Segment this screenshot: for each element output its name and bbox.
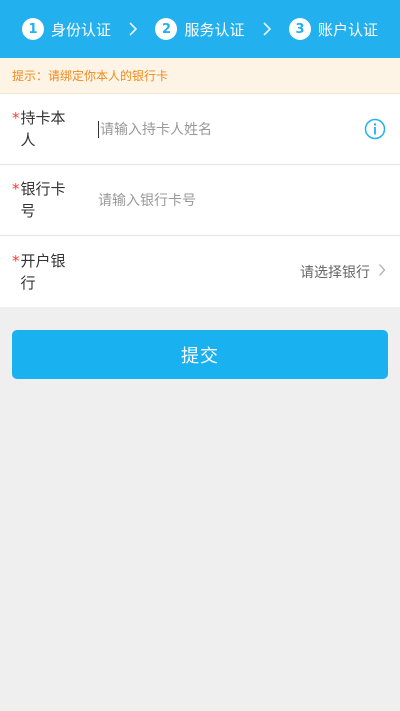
step-label: 账户认证 [317,20,378,39]
step-number: 3 [288,18,311,40]
card-number-label: *银行卡号 [12,180,66,220]
chevron-right-icon [262,21,272,37]
submit-button[interactable]: 提交 [12,330,388,379]
step-number: 1 [22,18,44,40]
chevron-right-icon [128,21,138,37]
bank-select[interactable]: 请选择银行 [300,262,386,282]
step-label: 身份认证 [51,20,112,39]
bank-card-form: *持卡本人 请输入持卡人姓名 *银行卡号 请输入银行卡号 *开户银行 请选择银行 [0,94,400,307]
steps-bar: 1 身份认证 2 服务认证 3 账户认证 [0,0,400,58]
cardholder-label: *持卡本人 [12,109,66,149]
required-mark: * [12,109,20,127]
info-icon[interactable] [364,118,386,140]
cardholder-input[interactable]: 请输入持卡人姓名 [98,119,364,139]
required-mark: * [12,180,20,198]
step-identity: 1 身份认证 [22,18,111,40]
cardholder-row: *持卡本人 请输入持卡人姓名 [0,94,400,165]
step-label: 服务认证 [184,20,245,39]
bank-label: *开户银行 [12,251,66,292]
bank-select-value: 请选择银行 [300,264,370,281]
card-number-input[interactable]: 请输入银行卡号 [98,190,386,210]
cardholder-placeholder: 请输入持卡人姓名 [100,122,212,138]
card-number-row: *银行卡号 请输入银行卡号 [0,165,400,236]
submit-area: 提交 [0,307,400,379]
step-account: 3 账户认证 [288,18,378,40]
bank-row[interactable]: *开户银行 请选择银行 [0,236,400,307]
required-mark: * [12,251,20,270]
step-number: 2 [155,18,178,40]
chevron-right-icon [378,263,386,281]
step-service: 2 服务认证 [155,18,245,40]
tip-banner: 提示：请绑定你本人的银行卡 [0,58,400,94]
card-number-placeholder: 请输入银行卡号 [98,193,196,209]
